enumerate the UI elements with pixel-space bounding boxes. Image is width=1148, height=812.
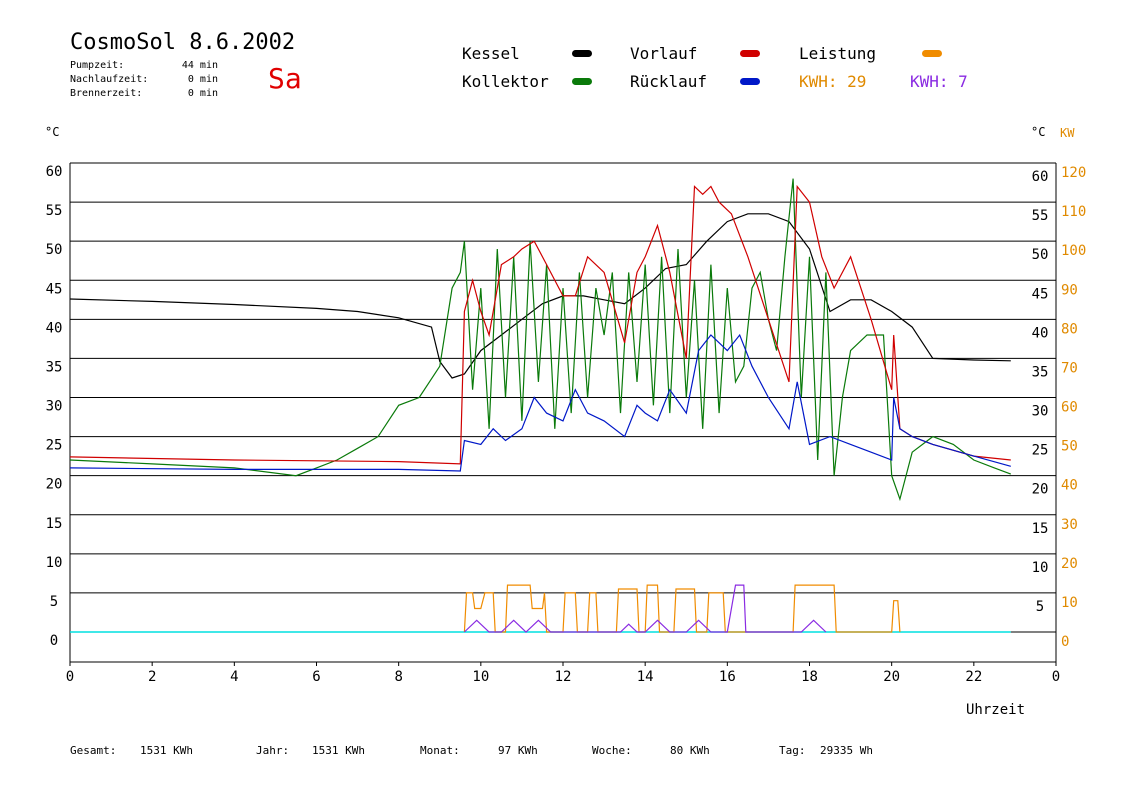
legend-vorlauf-label: Vorlauf	[630, 44, 698, 63]
y-tick-label-left: 30	[46, 399, 63, 415]
right-axis-unit-kw: KW	[1060, 126, 1075, 140]
y-tick-label-right-kw: 30	[1061, 517, 1078, 533]
y-tick-label-right-c: 20	[1032, 482, 1049, 498]
footer-monat-label: Monat:	[420, 744, 460, 757]
y-tick-label-right-kw: 120	[1061, 165, 1086, 181]
y-tick-label-right-c: 55	[1032, 208, 1049, 224]
y-tick-label-right-kw: 110	[1061, 204, 1086, 220]
x-tick-label: 18	[801, 669, 818, 685]
legend-kwh-orange: KWH: 29	[799, 72, 867, 91]
y-tick-label-left: 20	[46, 477, 63, 493]
x-tick-label: 4	[230, 669, 238, 685]
grid-lines	[70, 162, 1056, 594]
footer-woche-value: 80 KWh	[670, 744, 710, 757]
x-tick-label: 12	[555, 669, 572, 685]
y-tick-label-left: 55	[46, 203, 63, 219]
y-tick-label-left: 40	[46, 320, 63, 336]
legend-ruecklauf-swatch	[740, 78, 760, 85]
y-tick-label-right-kw: 40	[1061, 478, 1078, 494]
footer-gesamt-value: 1531 KWh	[140, 744, 193, 757]
y-tick-label-right-c: 30	[1032, 404, 1049, 420]
series-line-leistung	[463, 584, 901, 633]
y-tick-label-right-c: 5	[1036, 599, 1044, 615]
y-tick-label-right-c: 50	[1032, 247, 1049, 263]
legend-leistung-label: Leistung	[799, 44, 877, 63]
x-axis-label: Uhrzeit	[966, 702, 1026, 718]
y-tick-label-right-kw: 50	[1061, 439, 1078, 455]
info-value-brennerzeit: 0 min	[187, 88, 218, 99]
series-layer	[69, 178, 1012, 633]
axes	[69, 163, 1057, 666]
x-tick-label: 0	[66, 669, 74, 685]
x-tick-label: 8	[394, 669, 402, 685]
info-label-brennerzeit: Brennerzeit:	[70, 88, 143, 99]
y-tick-label-left: 35	[46, 359, 63, 375]
x-tick-label: 20	[883, 669, 900, 685]
y-tick-label-right-kw: 100	[1061, 243, 1086, 259]
page-title: CosmoSol 8.6.2002	[70, 30, 296, 55]
footer-woche-label: Woche:	[592, 744, 632, 757]
y-tick-label-right-c: 25	[1032, 443, 1049, 459]
y-tick-label-right-c: 35	[1032, 364, 1049, 380]
y-tick-label-left: 60	[46, 164, 63, 180]
y-tick-label-right-kw: 90	[1061, 282, 1078, 298]
footer-gesamt-label: Gesamt:	[70, 744, 117, 757]
chart-canvas: 0 2 4 6 8 10 12 14 16 18 20 22 005101520253035404550…	[46, 162, 1087, 685]
legend-kollektor-swatch	[572, 78, 592, 85]
y-tick-label-left: 0	[50, 633, 58, 649]
y-tick-label-left: 15	[46, 516, 63, 532]
series-line-vorlauf	[69, 184, 1011, 465]
y-tick-label-left: 5	[50, 594, 58, 610]
footer-tag-label: Tag:	[779, 744, 806, 757]
footer-monat-value: 97 KWh	[498, 744, 538, 757]
x-tick-label: 14	[637, 669, 654, 685]
x-tick-label: 6	[312, 669, 320, 685]
legend-vorlauf-swatch	[740, 50, 760, 57]
footer-tag-value: 29335 Wh	[820, 744, 873, 757]
legend-kessel-label: Kessel	[462, 44, 520, 63]
footer-jahr-value: 1531 KWh	[312, 744, 365, 757]
x-tick-label: 2	[148, 669, 156, 685]
y-tick-label-right-c: 60	[1032, 169, 1049, 185]
y-tick-label-left: 45	[46, 281, 63, 297]
y-tick-label-right-kw: 70	[1061, 360, 1078, 376]
info-label-pumpzeit: Pumpzeit:	[70, 60, 125, 71]
y-tick-label-left: 10	[46, 555, 63, 571]
footer-jahr-label: Jahr:	[256, 744, 290, 757]
legend-kessel-swatch	[572, 50, 592, 57]
legend-kollektor-label: Kollektor	[462, 72, 549, 91]
legend-kwh-purple: KWH: 7	[910, 72, 968, 91]
y-tick-label-right-kw: 10	[1061, 595, 1078, 611]
info-value-nachlaufzeit: 0 min	[187, 74, 218, 85]
info-label-nachlaufzeit: Nachlaufzeit:	[70, 74, 149, 85]
y-tick-label-right-c: 15	[1032, 521, 1049, 537]
y-tick-label-right-kw: 20	[1061, 556, 1078, 572]
x-tick-label: 22	[965, 669, 982, 685]
x-tick-label: 10	[472, 669, 489, 685]
y-tick-label-right-c: 45	[1032, 286, 1049, 302]
legend-ruecklauf-label: Rücklauf	[630, 72, 708, 91]
left-axis-unit: °C	[45, 125, 60, 139]
legend-leistung-swatch	[922, 50, 942, 57]
y-tick-label-right-kw: 60	[1061, 400, 1078, 416]
info-value-pumpzeit: 44 min	[181, 60, 218, 71]
y-tick-label-right-c: 10	[1032, 560, 1049, 576]
right-axis-unit-c: °C	[1031, 125, 1046, 139]
y-tick-label-right-kw: 80	[1061, 321, 1078, 337]
weekday-label: Sa	[268, 62, 302, 95]
x-tick-label: 16	[719, 669, 736, 685]
y-tick-label-left: 50	[46, 242, 63, 258]
y-tick-label-left: 25	[46, 438, 63, 454]
x-tick-label: 0	[1052, 669, 1060, 685]
y-tick-label-right-kw: 0	[1061, 634, 1069, 650]
y-tick-label-right-c: 40	[1032, 325, 1049, 341]
tick-labels: 0 2 4 6 8 10 12 14 16 18 20 22 005101520253035404550…	[46, 164, 1087, 685]
